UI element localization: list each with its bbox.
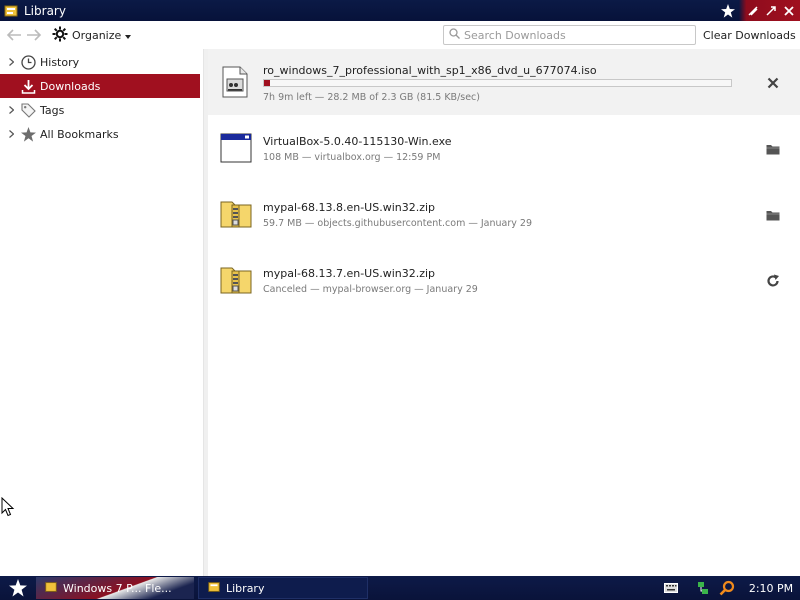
download-item[interactable]: VirtualBox-5.0.40-115130-Win.exe 108 MB … — [208, 115, 800, 181]
folder-icon[interactable] — [764, 140, 782, 158]
sidebar-item-all-bookmarks[interactable]: All Bookmarks — [0, 122, 203, 146]
download-progress-fill — [264, 80, 270, 86]
taskbar-item[interactable]: Windows 7 P... Fle... — [36, 577, 194, 599]
close-window-button[interactable] — [781, 3, 797, 19]
search-icon — [449, 28, 460, 42]
zip-file-icon — [220, 198, 252, 230]
zip-file-icon — [220, 264, 252, 296]
toolbar: Organize Clear Downloads — [0, 21, 800, 49]
download-icon — [20, 78, 37, 95]
taskbar: Windows 7 P... Fle... Library 2:10 PM — [0, 576, 800, 600]
download-status: 7h 9m left — 28.2 MB of 2.3 GB (81.5 KB/… — [263, 92, 480, 103]
sidebar-item-label: All Bookmarks — [40, 127, 119, 141]
sidebar-item-label: Tags — [40, 103, 65, 117]
keyboard-icon[interactable] — [662, 579, 680, 597]
download-filename: mypal-68.13.7.en-US.win32.zip — [263, 267, 436, 280]
sidebar-item-history[interactable]: History — [0, 50, 203, 74]
window-title: Library — [24, 3, 66, 18]
library-app-icon — [3, 3, 19, 19]
magnifier-icon[interactable] — [718, 579, 736, 597]
expand-arrow-icon[interactable] — [5, 130, 17, 138]
minimize-button[interactable] — [745, 3, 761, 19]
download-status: 108 MB — virtualbox.org — 12:59 PM — [263, 152, 441, 163]
star-icon — [20, 126, 37, 143]
sidebar-item-downloads[interactable]: Downloads — [0, 74, 200, 98]
download-item[interactable]: ro_windows_7_professional_with_sp1_x86_d… — [208, 49, 800, 115]
search-input[interactable] — [464, 28, 684, 42]
executable-file-icon — [220, 133, 252, 165]
disc-image-file-icon — [220, 66, 252, 98]
sidebar: History Downloads Tags All Bookmarks — [0, 49, 204, 576]
forward-button[interactable] — [24, 25, 44, 45]
taskbar-item-active[interactable]: Library — [198, 577, 368, 599]
download-filename: mypal-68.13.8.en-US.win32.zip — [263, 201, 436, 214]
sidebar-item-tags[interactable]: Tags — [0, 98, 203, 122]
folder-icon[interactable] — [764, 206, 782, 224]
retry-icon[interactable] — [764, 272, 782, 290]
mouse-cursor-icon — [1, 496, 15, 517]
expand-arrow-icon[interactable] — [5, 106, 17, 114]
download-filename: ro_windows_7_professional_with_sp1_x86_d… — [263, 64, 597, 77]
sidebar-item-label: History — [40, 55, 80, 69]
maximize-button[interactable] — [763, 3, 779, 19]
window-star-icon — [717, 0, 739, 21]
gear-icon — [52, 26, 68, 45]
library-app-icon — [44, 580, 58, 597]
download-status: Canceled — mypal-browser.org — January 2… — [263, 284, 478, 295]
download-progress-bar — [263, 79, 732, 87]
network-icon[interactable] — [694, 579, 712, 597]
download-filename: VirtualBox-5.0.40-115130-Win.exe — [263, 135, 452, 148]
clear-downloads-button[interactable]: Clear Downloads — [703, 29, 796, 42]
expand-arrow-icon[interactable] — [5, 58, 17, 66]
download-status: 59.7 MB — objects.githubusercontent.com … — [263, 218, 532, 229]
cancel-icon[interactable] — [764, 74, 782, 92]
chevron-down-icon — [125, 29, 132, 42]
system-tray: 2:10 PM — [662, 576, 800, 600]
clock-icon — [20, 54, 37, 71]
taskbar-item-label: Library — [226, 581, 265, 595]
download-item[interactable]: mypal-68.13.7.en-US.win32.zip Canceled —… — [208, 247, 800, 313]
taskbar-item-label: Windows 7 P... Fle... — [63, 581, 172, 595]
library-app-icon — [207, 580, 221, 597]
download-item[interactable]: mypal-68.13.8.en-US.win32.zip 59.7 MB — … — [208, 181, 800, 247]
clock[interactable]: 2:10 PM — [742, 582, 800, 595]
tag-icon — [20, 102, 37, 119]
search-field[interactable] — [443, 25, 696, 45]
sidebar-item-label: Downloads — [40, 79, 101, 93]
back-button[interactable] — [4, 25, 24, 45]
downloads-list: ro_windows_7_professional_with_sp1_x86_d… — [208, 49, 800, 576]
start-button[interactable] — [0, 576, 36, 600]
organize-menu-button[interactable]: Organize — [52, 26, 132, 45]
organize-label: Organize — [72, 28, 122, 42]
title-bar: Library — [0, 0, 800, 21]
